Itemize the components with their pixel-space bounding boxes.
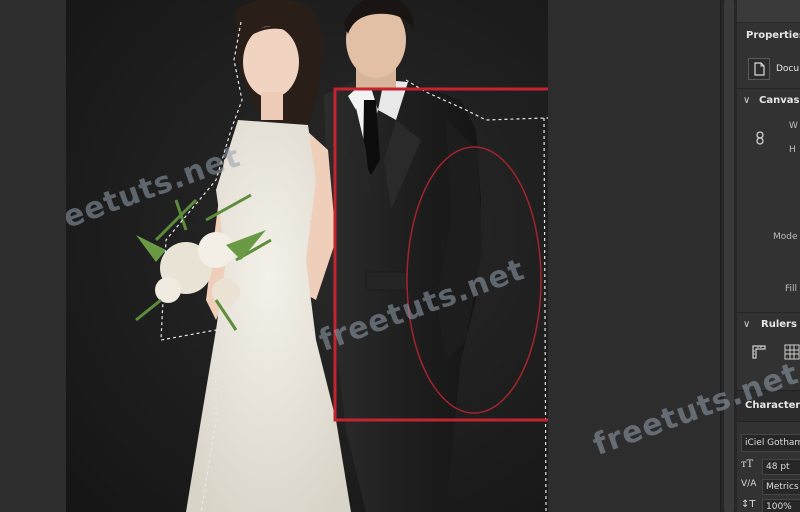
photoshop-window: freetuts.net freetuts.net freetuts.net P… (0, 0, 800, 512)
workspace-left (0, 0, 66, 512)
leading-field[interactable]: 100% (762, 499, 800, 512)
font-size-field[interactable]: 48 pt (762, 459, 800, 475)
collapse-chevron-icon[interactable]: ∨ (743, 319, 750, 330)
document-label: Docu (776, 64, 800, 74)
document-icon (748, 58, 770, 80)
kerning-icon: V/A (741, 479, 757, 489)
ruler-icon[interactable] (751, 344, 767, 364)
scrollbar-thumb[interactable] (724, 0, 734, 512)
canvas-section-title: Canvas (759, 95, 800, 106)
canvas-section-header[interactable]: ∨ Canvas (737, 88, 800, 113)
document-canvas[interactable]: freetuts.net freetuts.net (66, 0, 548, 512)
rulers-section-header[interactable]: ∨ Rulers & (737, 312, 800, 337)
leading-icon: ↕T (741, 499, 756, 510)
panel-tab-bar (737, 0, 800, 23)
font-size-icon: ᴛT (741, 459, 754, 470)
font-family-select[interactable]: iCiel Gotham (741, 434, 800, 452)
fill-label: Fill (785, 284, 798, 294)
bride-figure (135, 0, 351, 512)
collapse-chevron-icon[interactable]: ∨ (743, 95, 750, 106)
kerning-select[interactable]: Metrics (762, 479, 800, 495)
link-chain-icon[interactable] (755, 130, 765, 149)
height-label: H (789, 145, 796, 155)
mode-label: Mode (773, 232, 798, 242)
rulers-section-title: Rulers & (761, 319, 800, 330)
groom-figure (324, 0, 482, 512)
properties-panel: Properties Docu ∨ Canvas W H Mode Fill ∨… (737, 0, 800, 512)
width-label: W (789, 121, 798, 131)
properties-title: Properties (746, 30, 800, 41)
vertical-scrollbar[interactable] (720, 0, 737, 512)
